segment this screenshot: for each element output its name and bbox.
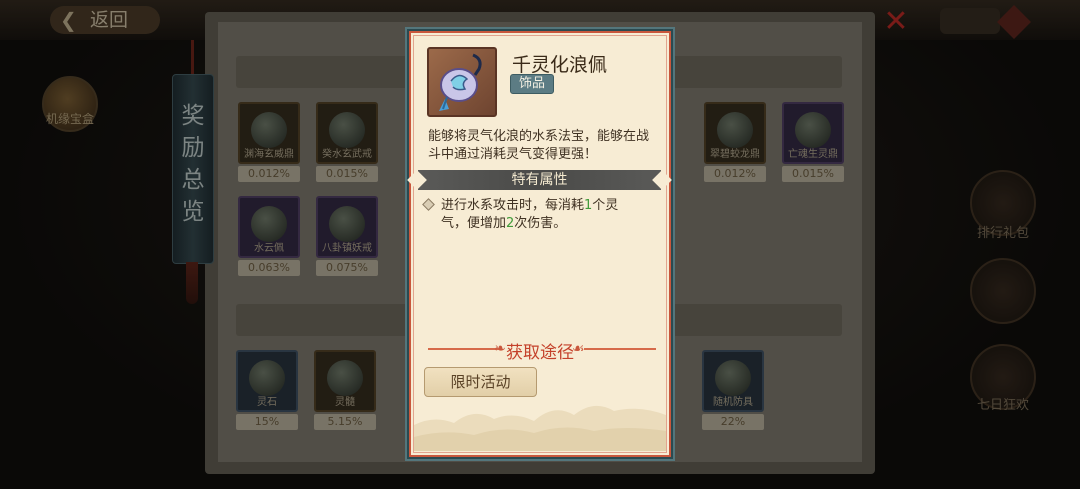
item-description: 能够将灵气化浪的水系法宝，能够在战斗中通过消耗灵气变得更强！ bbox=[428, 129, 650, 162]
game-screen: ❮ 返回 ✕ 机缘宝盒 奖励总览 渊海玄威鼎 0.012% 癸水玄武戒 0.01… bbox=[0, 0, 1080, 489]
limited-event-button[interactable]: 限时活动 bbox=[424, 367, 537, 397]
item-name-title: 千灵化浪佩 bbox=[512, 54, 608, 76]
source-section-title: 获取途径 bbox=[506, 343, 574, 363]
item-icon-frame bbox=[427, 47, 497, 117]
attr-text-part: 次伤害。 bbox=[514, 216, 567, 231]
attr-description: 进行水系攻击时，每消耗1个灵气，便增加2次伤害。 bbox=[441, 197, 641, 233]
item-type-tag: 饰品 bbox=[510, 74, 554, 94]
jade-pendant-icon bbox=[439, 53, 482, 111]
attr-text-part: 进行水系攻击时，每消耗 bbox=[441, 198, 585, 213]
attr-header-title: 特有属性 bbox=[511, 172, 568, 188]
